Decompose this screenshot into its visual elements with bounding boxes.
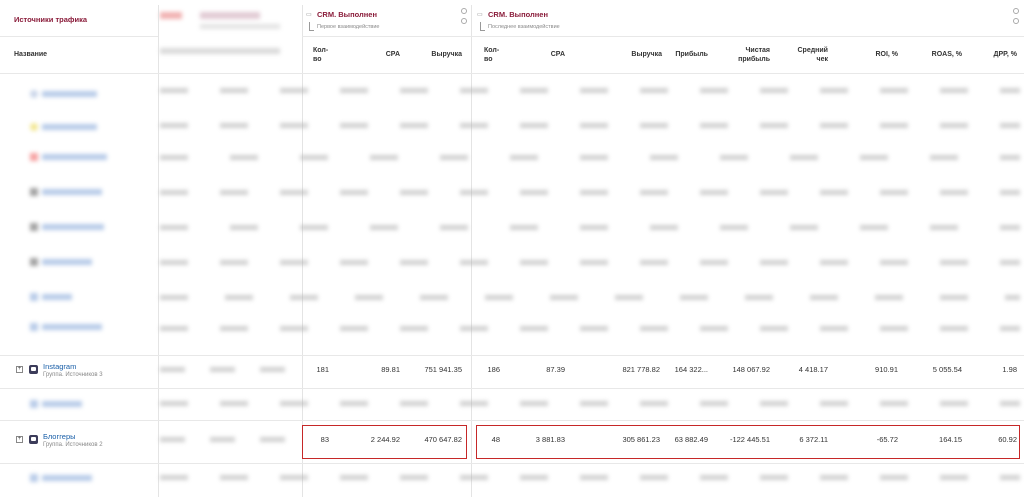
group2-col-profit[interactable]: Прибыль bbox=[668, 50, 708, 59]
gear-icon[interactable] bbox=[461, 18, 467, 24]
group2-col-avg-check[interactable]: Средний чек bbox=[790, 46, 828, 64]
row-subtitle-instagram: Группа. Источников 3 bbox=[43, 372, 103, 378]
chart-bars-icon: ▭ bbox=[306, 12, 312, 18]
highlight-last-interaction bbox=[476, 425, 1020, 459]
table-row-instagram[interactable]: + Instagram Группа. Источников 3 181 89.… bbox=[0, 356, 1024, 388]
last-qty: 186 bbox=[487, 365, 500, 374]
group2-title: CRM. Выполнен bbox=[488, 10, 548, 19]
group1-subtitle-bracket-icon bbox=[309, 22, 314, 31]
last-drr: 1.98 bbox=[1002, 365, 1017, 374]
last-net-profit: 148 067.92 bbox=[732, 365, 770, 374]
group-bag-icon bbox=[29, 435, 38, 444]
group1-title: CRM. Выполнен bbox=[317, 10, 377, 19]
name-column-header[interactable]: Название bbox=[14, 50, 47, 59]
gear-icon[interactable] bbox=[461, 8, 467, 14]
traffic-sources-title: Источники трафика bbox=[14, 15, 87, 24]
group2-subtitle: Последнее взаимодействие bbox=[488, 24, 560, 30]
blurred-rows-top bbox=[0, 78, 1024, 353]
blurred-row-middle bbox=[0, 392, 1024, 416]
group2-col-roi[interactable]: ROI, % bbox=[860, 50, 898, 59]
group2-col-drr[interactable]: ДРР, % bbox=[975, 50, 1017, 59]
row-name-bloggers[interactable]: Блоггеры bbox=[43, 432, 76, 441]
group2-col-revenue[interactable]: Выручка bbox=[620, 50, 662, 59]
row-name-instagram[interactable]: Instagram bbox=[43, 362, 76, 371]
gear-icon[interactable] bbox=[1013, 18, 1019, 24]
highlight-first-interaction bbox=[302, 425, 467, 459]
group1-col-qty[interactable]: Кол-во bbox=[313, 46, 333, 64]
group2-subtitle-bracket-icon bbox=[480, 22, 485, 31]
hidden-columns-header bbox=[160, 8, 300, 68]
group-bag-icon bbox=[29, 365, 38, 374]
expand-icon[interactable]: + bbox=[16, 366, 23, 373]
group1-col-revenue[interactable]: Выручка bbox=[420, 50, 462, 59]
group2-col-roas[interactable]: ROAS, % bbox=[920, 50, 962, 59]
hidden-values bbox=[160, 367, 300, 372]
group1-col-cpa[interactable]: CPA bbox=[370, 50, 400, 59]
hidden-values bbox=[160, 437, 300, 442]
last-roas: 5 055.54 bbox=[932, 365, 962, 374]
expand-icon[interactable]: + bbox=[16, 436, 23, 443]
chart-bars-icon: ▭ bbox=[477, 12, 483, 18]
first-qty: 181 bbox=[316, 365, 329, 374]
last-avg-check: 4 418.17 bbox=[798, 365, 828, 374]
last-revenue: 821 778.82 bbox=[622, 365, 660, 374]
gear-icon[interactable] bbox=[1013, 8, 1019, 14]
first-cpa: 89.81 bbox=[381, 365, 400, 374]
blurred-row-bottom bbox=[0, 466, 1024, 490]
last-profit: 164 322... bbox=[674, 365, 708, 374]
group2-col-net-profit[interactable]: Чистая прибыль bbox=[730, 46, 770, 64]
last-cpa: 87.39 bbox=[546, 365, 565, 374]
group1-subtitle: Первое взаимодействие bbox=[317, 24, 380, 30]
group2-col-qty[interactable]: Кол-во bbox=[484, 46, 504, 64]
first-revenue: 751 941.35 bbox=[424, 365, 462, 374]
group2-col-cpa[interactable]: CPA bbox=[535, 50, 565, 59]
row-subtitle-bloggers: Группа. Источников 2 bbox=[43, 442, 103, 448]
last-roi: 910.91 bbox=[875, 365, 898, 374]
